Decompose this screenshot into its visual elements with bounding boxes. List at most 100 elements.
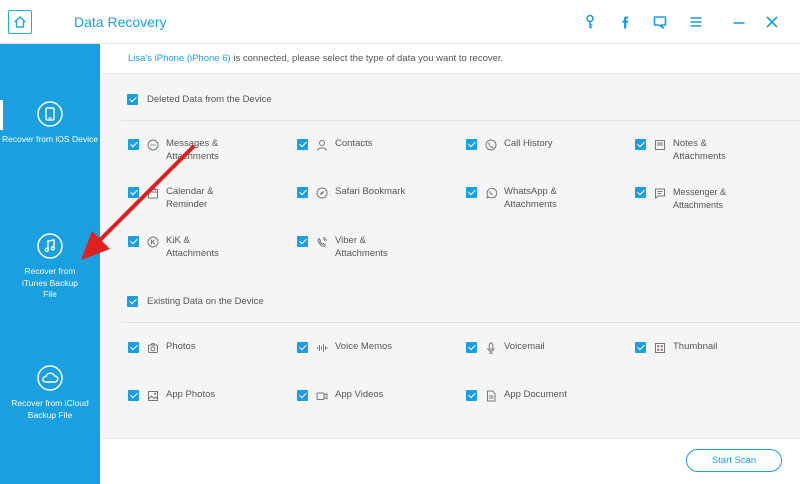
- home-icon: [14, 16, 26, 28]
- phone-recover-icon: [37, 101, 63, 127]
- section-checkbox[interactable]: [127, 296, 138, 307]
- data-type-item[interactable]: Photos: [128, 341, 256, 354]
- item-checkbox[interactable]: [466, 187, 477, 198]
- viber-icon: [317, 237, 327, 248]
- menu-icon: [690, 17, 702, 27]
- item-checkbox[interactable]: [297, 342, 308, 353]
- compass-icon: [316, 187, 328, 199]
- document-icon: [487, 390, 496, 402]
- item-label: App Document: [504, 389, 567, 400]
- sidebar-item-label: Recover from iCloud Backup File: [11, 398, 89, 420]
- item-label: Calendar & Reminder: [166, 186, 214, 210]
- key-icon: [586, 14, 594, 29]
- section-deleted-data[interactable]: Deleted Data from the Device: [127, 94, 272, 105]
- divider: [121, 120, 800, 121]
- item-checkbox[interactable]: [466, 139, 477, 150]
- data-type-item[interactable]: Voicemail: [466, 341, 594, 354]
- item-label: Messages & Attachments: [166, 138, 219, 162]
- item-label: Thumbnail: [673, 341, 718, 352]
- sidebar-item-icloud-backup[interactable]: Recover from iCloud Backup File: [0, 364, 100, 421]
- main-content: Lisa's iPhone (iPhone 6) is connected, p…: [100, 44, 800, 484]
- item-checkbox[interactable]: [297, 139, 308, 150]
- action-bar: Start Scan: [100, 438, 800, 484]
- start-scan-button[interactable]: Start Scan: [686, 449, 782, 472]
- data-type-item[interactable]: Voice Memos: [297, 341, 425, 354]
- microphone-icon: [487, 342, 495, 354]
- item-checkbox[interactable]: [635, 187, 646, 198]
- item-checkbox[interactable]: [635, 342, 646, 353]
- item-checkbox[interactable]: [635, 139, 646, 150]
- item-label: Call History: [504, 138, 553, 149]
- item-label: App Photos: [166, 389, 216, 400]
- title-bar: Data Recovery: [0, 0, 800, 44]
- video-icon: [316, 392, 328, 400]
- item-label: Viber & Attachments: [335, 235, 388, 259]
- data-type-item[interactable]: Thumbnail: [635, 341, 763, 354]
- note-icon: [655, 140, 665, 150]
- data-type-item[interactable]: Viber & Attachments: [297, 235, 393, 260]
- item-checkbox[interactable]: [128, 342, 139, 353]
- data-type-item[interactable]: Messenger & Attachments: [635, 186, 733, 211]
- data-type-item[interactable]: Notes & Attachments: [635, 138, 733, 163]
- calendar-icon: [148, 188, 158, 199]
- sidebar-item-itunes-backup[interactable]: Recover from iTunes Backup File: [0, 232, 100, 301]
- data-type-item[interactable]: WhatsApp & Attachments: [466, 186, 564, 211]
- chat-icon: [653, 16, 667, 29]
- data-type-item[interactable]: App Photos: [128, 389, 256, 402]
- item-checkbox[interactable]: [128, 139, 139, 150]
- home-button[interactable]: [8, 10, 32, 34]
- item-label: Notes & Attachments: [673, 138, 726, 162]
- item-checkbox[interactable]: [128, 236, 139, 247]
- message-icon: [147, 139, 159, 151]
- minimize-icon: [733, 22, 745, 24]
- sidebar-item-ios-device[interactable]: Recover from iOS Device: [0, 100, 100, 146]
- item-label: Voicemail: [504, 341, 545, 352]
- whatsapp-icon: [486, 187, 497, 199]
- item-checkbox[interactable]: [128, 390, 139, 401]
- section-existing-data[interactable]: Existing Data on the Device: [127, 296, 264, 307]
- close-button[interactable]: [762, 12, 782, 32]
- data-type-item[interactable]: KiK & Attachments: [128, 235, 222, 260]
- kik-icon: [147, 236, 159, 248]
- connection-status: Lisa's iPhone (iPhone 6) is connected, p…: [100, 44, 800, 74]
- facebook-button[interactable]: [615, 12, 635, 32]
- item-label: Voice Memos: [335, 341, 393, 352]
- key-button[interactable]: [580, 12, 600, 32]
- minimize-button[interactable]: [729, 12, 749, 32]
- item-checkbox[interactable]: [297, 187, 308, 198]
- data-type-item[interactable]: Safari Bookmark: [297, 186, 425, 199]
- app-title: Data Recovery: [74, 14, 167, 30]
- image-icon: [148, 391, 158, 401]
- item-label: Messenger & Attachments: [673, 187, 727, 210]
- sidebar-item-label: Recover from iOS Device: [2, 134, 98, 144]
- menu-button[interactable]: [686, 12, 706, 32]
- facebook-icon: [622, 16, 629, 29]
- section-title: Deleted Data from the Device: [147, 94, 272, 105]
- contact-icon: [317, 140, 327, 151]
- device-name: Lisa's iPhone (iPhone 6): [128, 53, 231, 64]
- item-label: App Videos: [335, 389, 384, 400]
- data-type-item[interactable]: App Videos: [297, 389, 425, 402]
- item-label: Safari Bookmark: [335, 186, 406, 197]
- item-checkbox[interactable]: [128, 187, 139, 198]
- close-icon: [766, 16, 778, 28]
- feedback-button[interactable]: [650, 12, 670, 32]
- phone-icon: [485, 139, 497, 151]
- messenger-icon: [655, 188, 665, 199]
- grid-icon: [655, 343, 665, 353]
- section-checkbox[interactable]: [127, 94, 138, 105]
- divider: [121, 322, 800, 323]
- data-type-item[interactable]: Calendar & Reminder: [128, 186, 222, 211]
- data-type-item[interactable]: Call History: [466, 138, 594, 151]
- item-checkbox[interactable]: [297, 390, 308, 401]
- data-type-item[interactable]: Contacts: [297, 138, 425, 151]
- camera-icon: [148, 343, 158, 353]
- sidebar-item-label: Recover from iTunes Backup File: [22, 266, 78, 299]
- data-type-item[interactable]: App Document: [466, 389, 594, 402]
- item-label: WhatsApp & Attachments: [504, 186, 557, 210]
- item-label: Contacts: [335, 138, 373, 149]
- item-checkbox[interactable]: [466, 390, 477, 401]
- item-checkbox[interactable]: [297, 236, 308, 247]
- item-checkbox[interactable]: [466, 342, 477, 353]
- data-type-item[interactable]: Messages & Attachments: [128, 138, 230, 163]
